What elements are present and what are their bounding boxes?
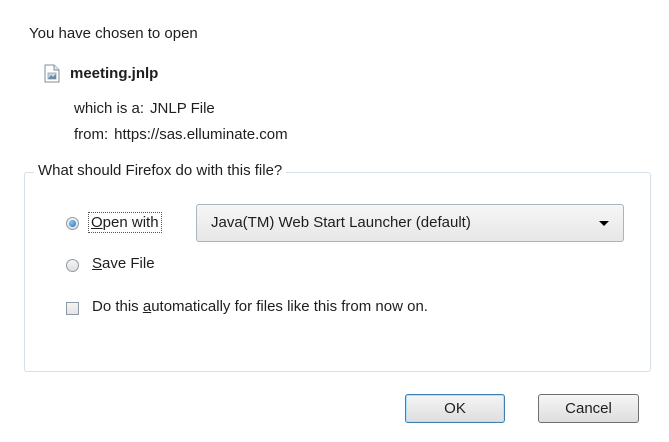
file-name: meeting.jnlp (70, 65, 159, 82)
save-file-radio[interactable] (66, 259, 79, 272)
file-source-label: from: (74, 126, 109, 143)
save-file-label[interactable]: Save File (92, 255, 155, 272)
open-file-dialog: You have chosen to open meeting.jnlp whi… (0, 0, 669, 442)
ok-button[interactable]: OK (405, 394, 505, 423)
auto-action-label-after: utomatically for files like this from no… (151, 298, 428, 315)
chevron-down-icon (599, 221, 609, 226)
open-with-label-text: pen with (102, 214, 159, 231)
auto-action-checkbox[interactable] (66, 302, 79, 315)
cancel-button[interactable]: Cancel (538, 394, 639, 423)
file-source-value: https://sas.elluminate.com (114, 126, 288, 143)
radio-selected-dot (69, 220, 76, 227)
file-type-row: which is a: JNLP File (74, 100, 215, 117)
action-groupbox: What should Firefox do with this file? (24, 162, 651, 372)
auto-action-accesskey: a (142, 298, 152, 315)
application-select-value: Java(TM) Web Start Launcher (default) (211, 214, 471, 231)
open-with-accesskey: O (91, 214, 103, 231)
save-file-label-text: ave File (102, 255, 155, 272)
auto-action-label[interactable]: Do this automatically for files like thi… (92, 298, 428, 315)
groupbox-legend: What should Firefox do with this file? (34, 162, 287, 179)
document-icon (44, 64, 60, 83)
file-source-row: from: https://sas.elluminate.com (74, 126, 288, 143)
save-file-accesskey: S (92, 255, 103, 272)
open-with-label[interactable]: Open with (88, 212, 162, 233)
dialog-heading: You have chosen to open (29, 25, 198, 42)
auto-action-label-before: Do this (92, 298, 143, 315)
file-row: meeting.jnlp (44, 64, 158, 83)
file-type-label: which is a: (74, 100, 145, 117)
file-type-value: JNLP File (150, 100, 215, 117)
application-select[interactable]: Java(TM) Web Start Launcher (default) (196, 204, 624, 242)
open-with-radio[interactable] (66, 217, 79, 230)
